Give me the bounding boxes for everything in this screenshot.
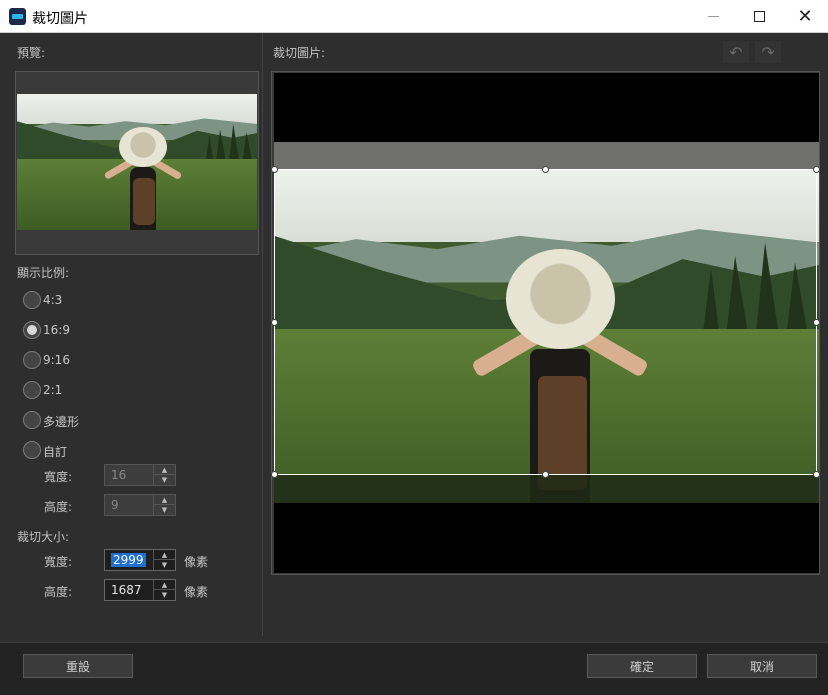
- minimize-icon: [707, 16, 719, 17]
- preview-image: [17, 94, 257, 230]
- crop-handle-bottom-left[interactable]: [271, 471, 278, 478]
- chevron-up-icon[interactable]: ▲: [154, 580, 175, 590]
- crop-label: 裁切圖片:: [273, 46, 326, 60]
- radio-label-2-1: 2:1: [43, 383, 63, 397]
- dialog-footer: 重設 確定 取消: [0, 642, 828, 695]
- crop-handle-right[interactable]: [813, 319, 820, 326]
- radio-custom[interactable]: [23, 441, 41, 459]
- radio-label-9-16: 9:16: [43, 353, 70, 367]
- radio-label-16-9: 16:9: [43, 323, 70, 337]
- crop-handle-bottom-right[interactable]: [813, 471, 820, 478]
- crop-width-value: 2999: [111, 553, 146, 567]
- custom-width-value: 16: [111, 468, 127, 482]
- chevron-down-icon[interactable]: ▼: [154, 560, 175, 570]
- settings-panel: 預覽: 顯示比例: 4:3 16:9 9:16 2:1 多邊形 自訂 寬度: 1…: [0, 33, 263, 636]
- crop-width-unit: 像素: [184, 555, 209, 569]
- title-bar: 裁切圖片 ✕: [0, 0, 828, 33]
- crop-height-value: 1687: [111, 583, 142, 597]
- preview-frame: [15, 71, 259, 255]
- image-top-band: [274, 142, 819, 169]
- crop-handle-top[interactable]: [542, 166, 549, 173]
- radio-9-16[interactable]: [23, 351, 41, 369]
- crop-width-input[interactable]: 2999 ▲ ▼: [104, 549, 176, 571]
- custom-width-stepper[interactable]: 16 ▲ ▼: [104, 464, 176, 486]
- chevron-down-icon[interactable]: ▼: [154, 505, 175, 515]
- custom-height-value: 9: [111, 498, 119, 512]
- undo-button[interactable]: ↶: [723, 41, 749, 63]
- radio-16-9[interactable]: [23, 321, 41, 339]
- cancel-button[interactable]: 取消: [707, 654, 817, 678]
- ok-button[interactable]: 確定: [587, 654, 697, 678]
- radio-2-1[interactable]: [23, 381, 41, 399]
- chevron-up-icon[interactable]: ▲: [154, 550, 175, 560]
- custom-width-label: 寬度:: [44, 470, 73, 484]
- crop-handle-top-right[interactable]: [813, 166, 820, 173]
- crop-handle-top-left[interactable]: [271, 166, 278, 173]
- crop-height-unit: 像素: [184, 585, 209, 599]
- crop-panel: 裁切圖片: ↶ ↷: [263, 33, 828, 636]
- chevron-up-icon[interactable]: ▲: [154, 495, 175, 505]
- close-button[interactable]: ✕: [782, 0, 828, 33]
- app-icon: [9, 8, 26, 25]
- crop-canvas[interactable]: [271, 73, 820, 573]
- crop-handle-bottom[interactable]: [542, 471, 549, 478]
- crop-handle-left[interactable]: [271, 319, 278, 326]
- outside-crop-shade: [274, 475, 819, 503]
- chevron-up-icon[interactable]: ▲: [154, 465, 175, 475]
- radio-label-4-3: 4:3: [43, 293, 63, 307]
- chevron-down-icon[interactable]: ▼: [154, 475, 175, 485]
- preview-label: 預覽:: [17, 46, 46, 60]
- crop-canvas-frame: [271, 71, 820, 575]
- chevron-down-icon[interactable]: ▼: [154, 590, 175, 600]
- crop-height-input[interactable]: 1687 ▲ ▼: [104, 579, 176, 601]
- ratio-label: 顯示比例:: [17, 266, 70, 280]
- redo-icon: ↷: [761, 42, 775, 62]
- custom-height-stepper[interactable]: 9 ▲ ▼: [104, 494, 176, 516]
- radio-4-3[interactable]: [23, 291, 41, 309]
- close-icon: ✕: [797, 6, 813, 27]
- crop-height-label: 高度:: [44, 585, 73, 599]
- window-title: 裁切圖片: [32, 11, 88, 27]
- radio-polygon[interactable]: [23, 411, 41, 429]
- reset-button[interactable]: 重設: [23, 654, 133, 678]
- maximize-button[interactable]: [736, 0, 782, 33]
- crop-selection-box[interactable]: [274, 169, 817, 475]
- maximize-icon: [753, 11, 765, 22]
- crop-size-label: 裁切大小:: [17, 530, 70, 544]
- radio-label-polygon: 多邊形: [43, 415, 80, 429]
- redo-button[interactable]: ↷: [755, 41, 781, 63]
- undo-icon: ↶: [729, 42, 743, 62]
- radio-label-custom: 自訂: [43, 445, 68, 459]
- minimize-button[interactable]: [690, 0, 736, 33]
- custom-height-label: 高度:: [44, 500, 73, 514]
- crop-width-label: 寬度:: [44, 555, 73, 569]
